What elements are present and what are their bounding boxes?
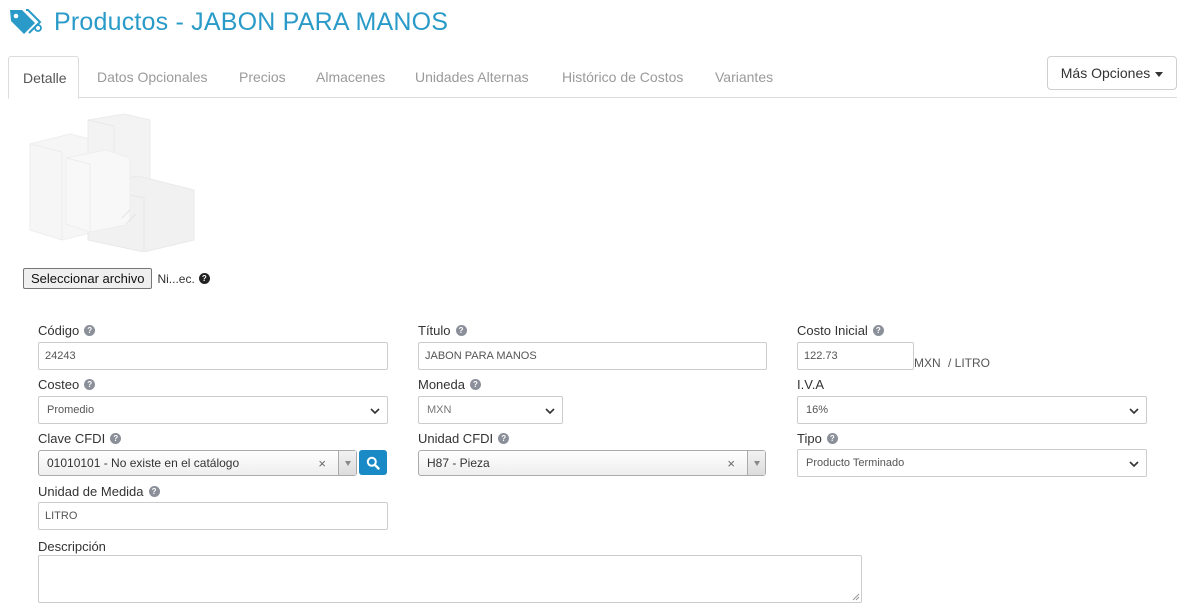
unidad-medida-label: Unidad de Medida ?: [38, 484, 160, 499]
help-icon[interactable]: ?: [469, 379, 481, 390]
product-image-placeholder: [29, 113, 195, 252]
clave-cfdi-value: 01010101 - No existe en el catálogo: [47, 456, 240, 470]
costeo-value: Promedio: [47, 404, 95, 416]
dropdown-arrow-icon[interactable]: [338, 451, 356, 475]
page-title: Productos - JABON PARA MANOS: [54, 7, 449, 36]
descripcion-label: Descripción: [38, 539, 106, 554]
tipo-label: Tipo ?: [797, 431, 838, 446]
tab-unidades-alternas[interactable]: Unidades Alternas: [401, 56, 543, 98]
chevron-down-icon: [1129, 408, 1139, 415]
unidad-medida-input[interactable]: LITRO: [38, 502, 388, 530]
chevron-down-icon: [545, 408, 555, 415]
clave-cfdi-label-text: Clave CFDI: [38, 431, 106, 446]
titulo-label-text: Título: [418, 323, 451, 338]
more-options-label: Más Opciones: [1060, 65, 1151, 81]
unidad-medida-label-text: Unidad de Medida: [38, 484, 144, 499]
descripcion-label-text: Descripción: [38, 539, 106, 554]
clave-cfdi-label: Clave CFDI ?: [38, 431, 122, 446]
tab-datos-opcionales[interactable]: Datos Opcionales: [83, 56, 222, 98]
iva-label-text: I.V.A: [797, 377, 824, 392]
tipo-select[interactable]: Producto Terminado: [797, 449, 1147, 477]
file-input-row: Seleccionar archivo Ni...ec. ?: [23, 268, 210, 289]
unidad-cfdi-label-text: Unidad CFDI: [418, 431, 494, 446]
tab-bar: Detalle Datos Opcionales Precios Almacen…: [8, 56, 1177, 99]
help-icon[interactable]: ?: [455, 325, 467, 336]
moneda-label: Moneda ?: [418, 377, 481, 392]
resize-grip-icon[interactable]: [851, 592, 860, 601]
costeo-label-text: Costeo: [38, 377, 80, 392]
help-icon[interactable]: ?: [84, 325, 96, 336]
help-icon[interactable]: ?: [148, 486, 160, 497]
unit-label: / LITRO: [948, 356, 991, 370]
codigo-label: Código ?: [38, 323, 96, 338]
tipo-label-text: Tipo: [797, 431, 822, 446]
more-options-button[interactable]: Más Opciones: [1047, 56, 1177, 90]
tab-historico-costos[interactable]: Histórico de Costos: [548, 56, 697, 98]
unidad-cfdi-value: H87 - Pieza: [427, 456, 490, 470]
clear-icon[interactable]: ×: [318, 456, 326, 471]
costo-inicial-input[interactable]: 122.73: [797, 342, 914, 370]
help-icon[interactable]: ?: [498, 433, 510, 444]
clave-cfdi-combobox[interactable]: 01010101 - No existe en el catálogo ×: [38, 450, 357, 476]
tab-variantes[interactable]: Variantes: [701, 56, 787, 98]
costo-inicial-label-text: Costo Inicial: [797, 323, 868, 338]
costeo-select[interactable]: Promedio: [38, 396, 388, 424]
help-icon[interactable]: ?: [198, 273, 210, 284]
tab-detalle[interactable]: Detalle: [8, 56, 79, 99]
file-status: Ni...ec.: [157, 271, 195, 286]
page-header: Productos - JABON PARA MANOS: [8, 4, 448, 40]
help-icon[interactable]: ?: [872, 325, 884, 336]
iva-value: 16%: [806, 404, 829, 416]
unidad-cfdi-label: Unidad CFDI ?: [418, 431, 510, 446]
clear-icon[interactable]: ×: [727, 456, 735, 471]
iva-select[interactable]: 16%: [797, 396, 1147, 424]
chevron-down-icon: [1129, 461, 1139, 468]
dropdown-arrow-icon[interactable]: [747, 451, 765, 475]
tab-precios[interactable]: Precios: [225, 56, 300, 98]
caret-down-icon: [1155, 71, 1164, 77]
help-icon[interactable]: ?: [84, 379, 96, 390]
help-icon[interactable]: ?: [110, 433, 122, 444]
moneda-label-text: Moneda: [418, 377, 465, 392]
moneda-select[interactable]: MXN: [418, 396, 563, 424]
currency-label: MXN: [914, 356, 941, 370]
titulo-input[interactable]: JABON PARA MANOS: [418, 342, 767, 370]
descripcion-textarea[interactable]: [38, 555, 862, 603]
iva-label: I.V.A: [797, 377, 824, 392]
costo-inicial-label: Costo Inicial ?: [797, 323, 884, 338]
unidad-cfdi-combobox[interactable]: H87 - Pieza ×: [418, 450, 766, 476]
costeo-label: Costeo ?: [38, 377, 96, 392]
choose-file-button[interactable]: Seleccionar archivo: [23, 268, 153, 289]
codigo-label-text: Código: [38, 323, 80, 338]
chevron-down-icon: [370, 408, 380, 415]
titulo-label: Título ?: [418, 323, 467, 338]
search-button[interactable]: [359, 450, 387, 475]
tab-almacenes[interactable]: Almacenes: [302, 56, 399, 98]
help-icon[interactable]: ?: [826, 433, 838, 444]
tipo-value: Producto Terminado: [806, 457, 905, 469]
codigo-input[interactable]: 24243: [38, 342, 388, 370]
tag-icon: [10, 9, 42, 34]
search-icon: [366, 456, 380, 470]
moneda-value: MXN: [427, 404, 452, 416]
